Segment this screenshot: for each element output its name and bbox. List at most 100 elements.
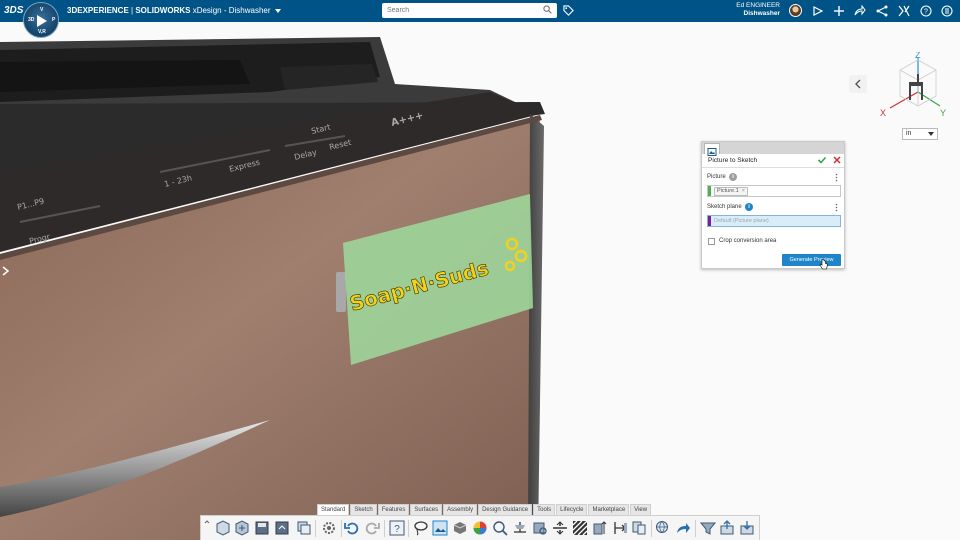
- add-icon[interactable]: [833, 5, 845, 17]
- compass[interactable]: 3D V V,R P: [23, 2, 59, 38]
- avatar[interactable]: [789, 4, 802, 17]
- import-icon[interactable]: [739, 520, 755, 536]
- section-view-icon[interactable]: [532, 520, 548, 536]
- tab-sketch[interactable]: Sketch: [350, 504, 377, 515]
- measure-icon[interactable]: [492, 520, 508, 536]
- picture-chip-label: Picture.1: [717, 188, 739, 194]
- picture-to-sketch-panel: Picture to Sketch Picture i Picture.1 × S…: [701, 141, 845, 270]
- info-icon[interactable]: i: [745, 203, 753, 211]
- web-search-icon[interactable]: [655, 520, 671, 536]
- brand-model: Dishwasher: [228, 6, 271, 15]
- tab-features[interactable]: Features: [377, 504, 410, 515]
- user-info[interactable]: Ed ENGINEER Dishwasher: [736, 2, 780, 18]
- tab-marketplace[interactable]: Marketplace: [588, 504, 630, 515]
- picture-icon: [707, 148, 717, 156]
- compass-vr[interactable]: V,R: [38, 29, 46, 35]
- color-wheel-icon[interactable]: [472, 520, 488, 536]
- chevron-down-icon[interactable]: [274, 8, 281, 13]
- thickness-analysis-icon[interactable]: [612, 520, 628, 536]
- crop-label: Crop conversion area: [719, 238, 777, 244]
- info-icon[interactable]: i: [729, 173, 737, 181]
- tab-tools[interactable]: Tools: [533, 504, 556, 515]
- dishwasher-model[interactable]: P1...P9 Progr 1 - 23h Express Delay Rese…: [0, 22, 960, 540]
- compass-v[interactable]: V: [40, 7, 43, 13]
- filter-icon[interactable]: [700, 520, 716, 536]
- axis-y-label: Y: [940, 108, 946, 118]
- mass-properties-icon[interactable]: [512, 520, 528, 536]
- chevron-left-icon: [855, 79, 861, 89]
- save-icon[interactable]: [254, 520, 270, 536]
- tab-assembly[interactable]: Assembly: [443, 504, 478, 515]
- 3d-viewport[interactable]: P1...P9 Progr 1 - 23h Express Delay Rese…: [0, 22, 960, 540]
- chevron-right-icon[interactable]: [2, 266, 10, 276]
- panel-tab[interactable]: [704, 143, 720, 156]
- user-context: Dishwasher: [743, 10, 781, 17]
- user-name: Ed ENGINEER: [736, 2, 780, 9]
- brand-bold: 3DEXPERIENCE: [67, 6, 129, 15]
- panel-divider: [702, 167, 844, 168]
- help-icon[interactable]: ?: [920, 5, 932, 17]
- settings-icon[interactable]: [321, 520, 337, 536]
- appearance-icon[interactable]: [452, 520, 468, 536]
- chip-remove-icon[interactable]: ×: [742, 188, 745, 194]
- units-select[interactable]: in: [902, 128, 938, 140]
- check-icon[interactable]: [817, 155, 827, 165]
- interference-icon[interactable]: [552, 520, 568, 536]
- generate-preview-button[interactable]: Generate Preview: [782, 254, 841, 266]
- more-options-icon[interactable]: [835, 173, 838, 182]
- apps-icon[interactable]: [941, 5, 953, 17]
- new-icon[interactable]: [215, 520, 231, 536]
- axis-x-label: X: [880, 108, 886, 118]
- collapse-panel-button[interactable]: [849, 75, 867, 93]
- tab-lifecycle[interactable]: Lifecycle: [556, 504, 588, 515]
- tab-surfaces[interactable]: Surfaces: [410, 504, 443, 515]
- tab-view[interactable]: View: [630, 504, 652, 515]
- search-input[interactable]: [382, 3, 557, 18]
- undo-icon[interactable]: [344, 520, 360, 536]
- revisions-icon[interactable]: [296, 520, 312, 536]
- picture-selection-box[interactable]: Picture.1 ×: [707, 185, 841, 197]
- tab-design-guidance[interactable]: Design Guidance: [478, 504, 533, 515]
- tools-icon[interactable]: [898, 5, 910, 17]
- close-icon[interactable]: [832, 155, 842, 165]
- brand-app: xDesign: [192, 6, 222, 15]
- open-icon[interactable]: [234, 520, 250, 536]
- app-title[interactable]: 3DEXPERIENCE | SOLIDWORKS xDesign - Dish…: [67, 6, 281, 15]
- share-icon[interactable]: [812, 5, 824, 17]
- zebra-stripes-icon[interactable]: [572, 520, 588, 536]
- brand-product: SOLIDWORKS: [135, 6, 191, 15]
- picture-chip[interactable]: Picture.1 ×: [714, 187, 748, 196]
- share-forward-icon[interactable]: [675, 520, 691, 536]
- draft-analysis-icon[interactable]: [592, 520, 608, 536]
- picture-color-bar: [708, 186, 711, 196]
- forward-share-icon[interactable]: [854, 5, 866, 17]
- sketch-plane-label: Sketch plane: [707, 204, 742, 210]
- mouse-cursor-icon: [819, 259, 828, 270]
- more-options-icon[interactable]: [835, 203, 838, 212]
- sketch-plane-placeholder: Default (Picture plane): [714, 218, 769, 224]
- export-icon[interactable]: [719, 520, 735, 536]
- lasso-icon[interactable]: [413, 520, 429, 536]
- compass-3d[interactable]: 3D: [28, 17, 34, 23]
- tab-standard[interactable]: Standard: [317, 504, 350, 515]
- picture-label: Picture: [707, 174, 726, 180]
- search-icon[interactable]: [543, 5, 552, 14]
- picture-to-sketch-icon[interactable]: [432, 520, 448, 536]
- brand-separator: -: [223, 6, 227, 15]
- network-icon[interactable]: [876, 5, 888, 17]
- help-icon[interactable]: ?: [389, 520, 405, 536]
- compass-p[interactable]: P: [52, 17, 55, 23]
- chevron-up-icon[interactable]: [204, 519, 210, 525]
- redo-icon[interactable]: [364, 520, 380, 536]
- ds-logo[interactable]: 3DS: [4, 3, 23, 19]
- panel-title: Picture to Sketch: [708, 157, 758, 164]
- axis-z-label: Z: [915, 52, 921, 60]
- sketch-plane-selection-box[interactable]: Default (Picture plane): [707, 215, 841, 227]
- compare-icon[interactable]: [631, 520, 647, 536]
- tag-icon[interactable]: [563, 5, 574, 16]
- svg-text:?: ?: [924, 9, 928, 16]
- crop-checkbox[interactable]: [708, 238, 715, 245]
- action-toolbar: ?: [200, 515, 760, 540]
- play-icon[interactable]: [37, 15, 47, 27]
- save-as-icon[interactable]: [274, 520, 290, 536]
